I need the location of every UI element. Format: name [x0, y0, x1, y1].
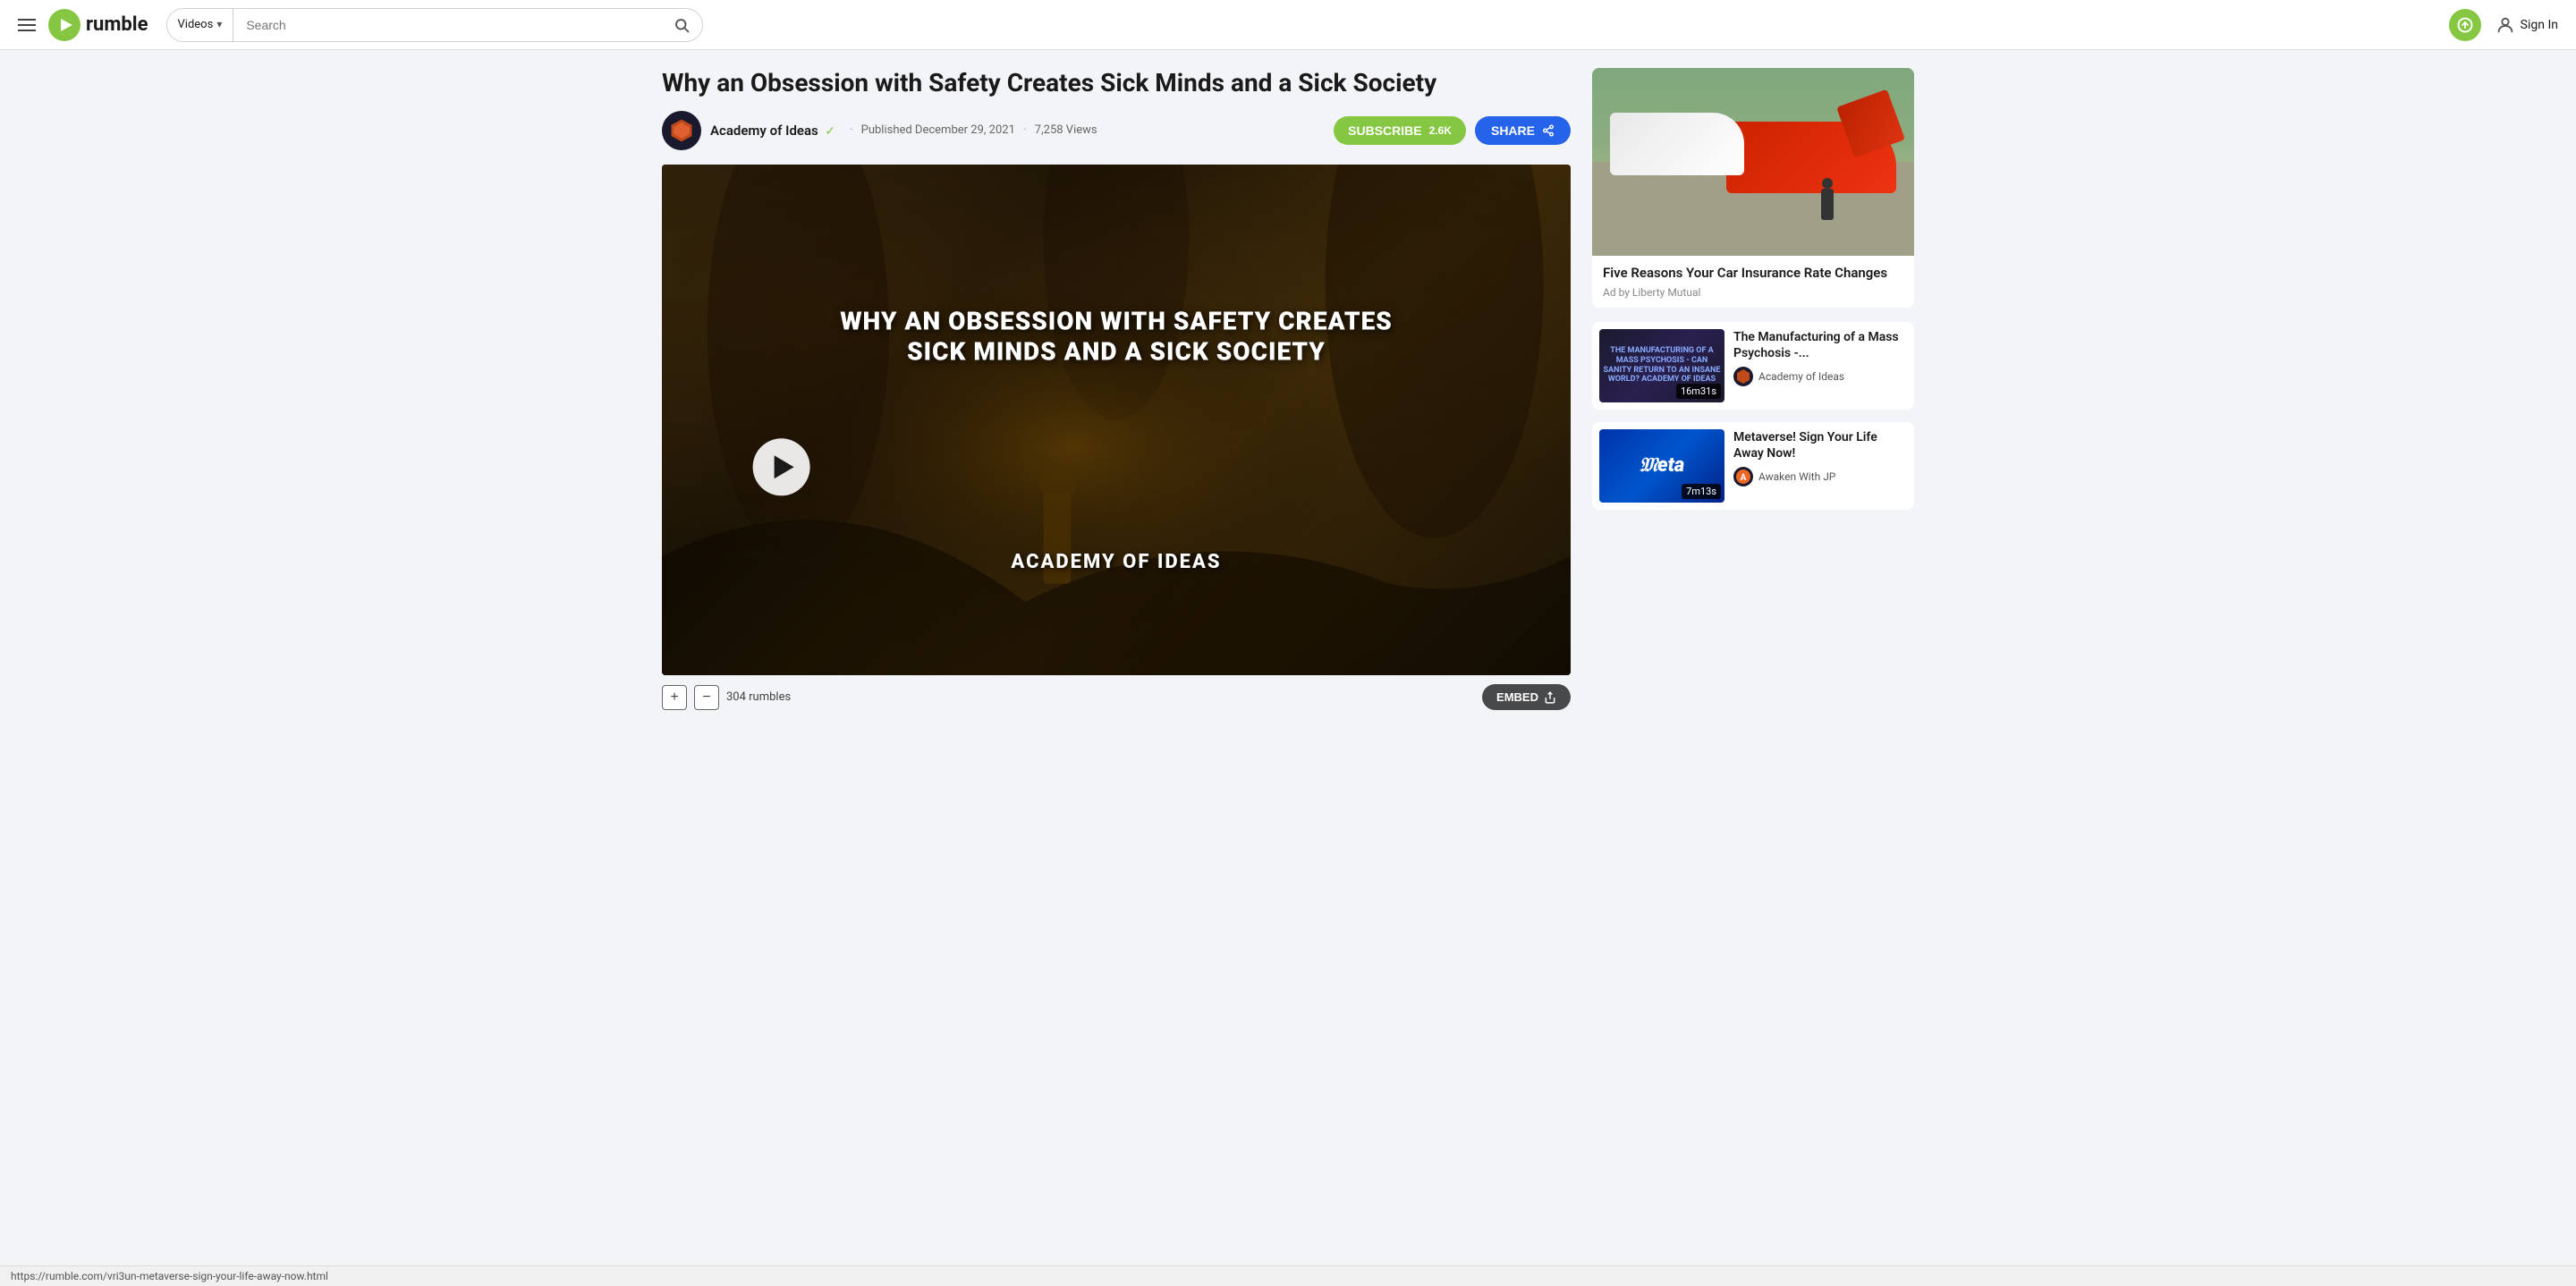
video-duration: 16m31s: [1676, 384, 1721, 399]
search-icon: [674, 17, 690, 33]
related-thumb-metaverse: 𝔐eta 7m13s: [1599, 429, 1724, 503]
related-channel-row: Academy of Ideas: [1733, 367, 1907, 386]
related-channel-row-metaverse: A Awaken With JP: [1733, 467, 1907, 486]
video-duration-metaverse: 7m13s: [1682, 484, 1721, 499]
chevron-down-icon: [216, 18, 222, 31]
publish-date: Published December 29, 2021: [861, 123, 1015, 137]
ad-block: Five Reasons Your Car Insurance Rate Cha…: [1592, 68, 1914, 308]
logo[interactable]: rumble: [48, 9, 148, 41]
related-thumb-manufacturing: THE MANUFACTURING OF A MASS PSYCHOSIS - …: [1599, 329, 1724, 402]
related-video-title-metaverse: Metaverse! Sign Your Life Away Now!: [1733, 429, 1907, 461]
rumble-controls: + − 304 rumbles: [662, 685, 791, 710]
meta-logo-text: 𝔐eta: [1640, 454, 1685, 477]
overlay-line1: WHY AN OBSESSION WITH SAFETY CREATES SIC…: [753, 307, 1480, 367]
share-label: SHARE: [1491, 123, 1535, 138]
channel-name[interactable]: Academy of Ideas: [710, 123, 818, 139]
search-category-label: Videos: [178, 18, 214, 31]
video-section: Why an Obsession with Safety Creates Sic…: [662, 68, 1571, 719]
related-thumb-text: THE MANUFACTURING OF A MASS PSYCHOSIS - …: [1603, 346, 1721, 385]
video-controls-bar: + − 304 rumbles EMBED: [662, 675, 1571, 719]
channel-info: Academy of Ideas ✓: [710, 123, 835, 139]
subscribe-button[interactable]: SUBSCRIBE 2.6K: [1334, 116, 1466, 145]
embed-label: EMBED: [1496, 690, 1538, 704]
search-category-selector[interactable]: Videos: [167, 9, 234, 41]
sign-in-label: Sign In: [2521, 18, 2558, 32]
embed-button[interactable]: EMBED: [1482, 684, 1571, 710]
related-video-info-metaverse: Metaverse! Sign Your Life Away Now! A Aw…: [1733, 429, 1907, 503]
related-channel-name-metaverse: Awaken With JP: [1758, 470, 1835, 483]
video-title: Why an Obsession with Safety Creates Sic…: [662, 68, 1571, 98]
search-input[interactable]: [233, 9, 660, 41]
video-background: WHY AN OBSESSION WITH SAFETY CREATES SIC…: [662, 165, 1571, 676]
related-channel-avatar: [1733, 367, 1753, 386]
related-avatar-icon: [1735, 368, 1751, 385]
header-right: Sign In: [2449, 9, 2558, 41]
svg-text:A: A: [1741, 473, 1747, 483]
search-button[interactable]: [661, 9, 702, 41]
related-channel-avatar-metaverse: A: [1733, 467, 1753, 486]
channel-row: Academy of Ideas ✓ · Published December …: [662, 111, 1571, 150]
menu-button[interactable]: [18, 19, 36, 31]
play-button[interactable]: [753, 438, 810, 495]
sign-in-button[interactable]: Sign In: [2496, 15, 2558, 35]
related-video-manufacturing[interactable]: THE MANUFACTURING OF A MASS PSYCHOSIS - …: [1592, 322, 1914, 410]
video-title-overlay: WHY AN OBSESSION WITH SAFETY CREATES SIC…: [753, 307, 1480, 495]
upload-button[interactable]: [2449, 9, 2481, 41]
sidebar: Five Reasons Your Car Insurance Rate Cha…: [1592, 68, 1914, 719]
ad-source: Ad by Liberty Mutual: [1603, 286, 1903, 299]
embed-icon: [1544, 691, 1556, 704]
video-player[interactable]: WHY AN OBSESSION WITH SAFETY CREATES SIC…: [662, 165, 1571, 676]
header: rumble Videos Sign In: [0, 0, 2576, 50]
logo-text: rumble: [86, 13, 148, 36]
channel-avatar-icon: [668, 117, 695, 144]
channel-meta: · Published December 29, 2021 · 7,258 Vi…: [844, 123, 1097, 137]
user-icon: [2496, 15, 2515, 35]
video-subtitle-overlay: ACADEMY OF IDEAS: [1011, 551, 1221, 573]
rumble-plus-button[interactable]: +: [662, 685, 687, 710]
search-bar: Videos: [166, 8, 703, 42]
share-button[interactable]: SHARE: [1475, 116, 1571, 145]
related-video-title: The Manufacturing of a Mass Psychosis -.…: [1733, 329, 1907, 361]
related-channel-name: Academy of Ideas: [1758, 370, 1844, 383]
related-video-info: The Manufacturing of a Mass Psychosis -.…: [1733, 329, 1907, 402]
ad-image: [1592, 68, 1914, 256]
parking-scene: [1592, 68, 1914, 256]
upload-icon: [2457, 17, 2473, 33]
ad-title: Five Reasons Your Car Insurance Rate Cha…: [1603, 265, 1903, 283]
rumble-logo-icon: [48, 9, 80, 41]
avatar: [662, 111, 701, 150]
subscribe-label: SUBSCRIBE: [1348, 123, 1421, 138]
share-icon: [1542, 124, 1555, 137]
verified-icon: ✓: [825, 124, 835, 139]
rumble-count: 304 rumbles: [726, 690, 791, 704]
status-bar: https://rumble.com/vri3un-metaverse-sign…: [0, 1265, 2576, 1286]
subscriber-count: 2.6K: [1429, 124, 1452, 137]
awaken-avatar-icon: A: [1735, 469, 1751, 485]
main-container: Why an Obsession with Safety Creates Sic…: [644, 50, 1932, 719]
status-url: https://rumble.com/vri3un-metaverse-sign…: [11, 1270, 328, 1282]
related-video-metaverse[interactable]: 𝔐eta 7m13s Metaverse! Sign Your Life Awa…: [1592, 422, 1914, 510]
rumble-minus-button[interactable]: −: [694, 685, 719, 710]
ad-text: Five Reasons Your Car Insurance Rate Cha…: [1592, 256, 1914, 308]
view-count: 7,258 Views: [1035, 123, 1097, 137]
